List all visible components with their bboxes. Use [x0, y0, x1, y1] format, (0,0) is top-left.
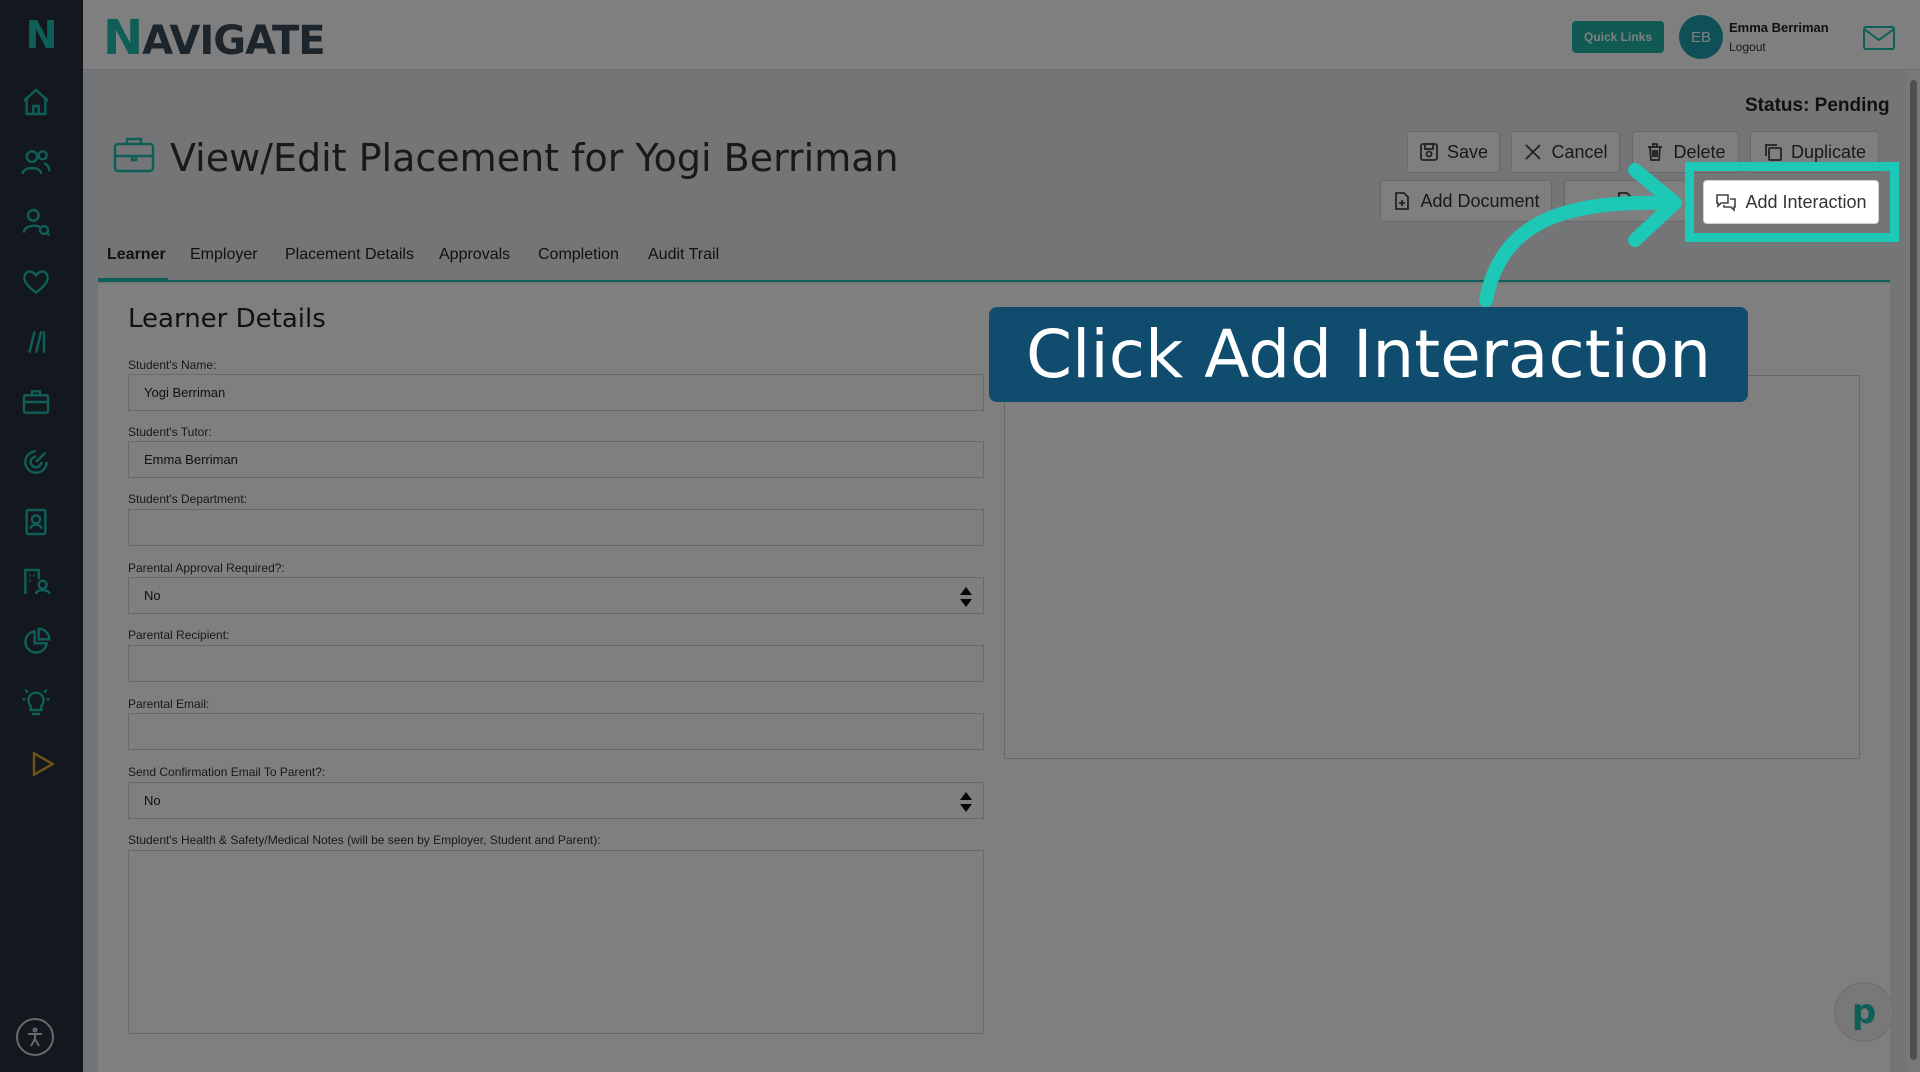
tutorial-callout: Click Add Interaction [989, 307, 1748, 402]
pointer-arrow-icon [1479, 163, 1682, 307]
highlight-frame [1685, 162, 1899, 242]
